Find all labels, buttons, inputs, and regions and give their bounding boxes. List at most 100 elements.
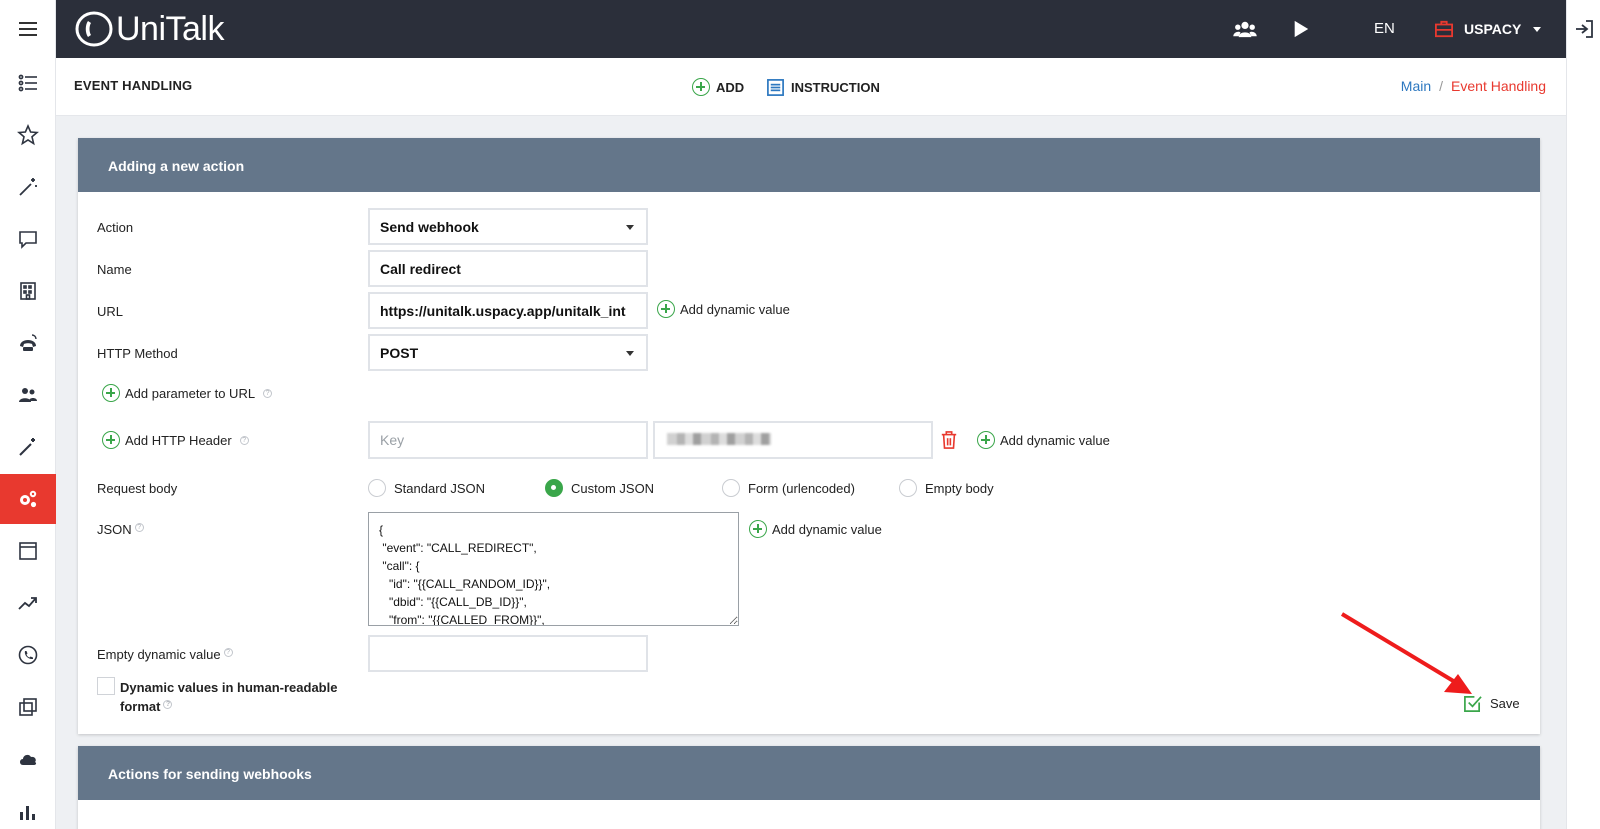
plus-circle-icon <box>102 384 120 402</box>
magic-wand-icon[interactable] <box>0 422 56 472</box>
app-name: UniTalk <box>116 9 224 48</box>
radio-circle-selected <box>545 479 563 497</box>
empty-dynamic-value-input[interactable] <box>368 635 648 672</box>
phone-circle-icon[interactable] <box>0 630 56 680</box>
request-body-label: Request body <box>97 481 178 496</box>
add-dynamic-value-label: Add dynamic value <box>1000 432 1110 448</box>
company-selector[interactable]: USPACY <box>1434 14 1542 44</box>
language-selector[interactable]: EN <box>1374 20 1395 37</box>
bar-chart-icon[interactable] <box>0 786 56 829</box>
url-add-dynamic-value-button[interactable]: Add dynamic value <box>657 300 790 318</box>
radio-label: Empty body <box>925 480 994 496</box>
document-icon <box>767 78 784 96</box>
help-icon[interactable]: ? <box>239 435 249 445</box>
json-add-dynamic-value-button[interactable]: Add dynamic value <box>749 520 882 538</box>
url-label: URL <box>97 304 124 319</box>
add-button-label: ADD <box>716 79 745 95</box>
json-label: JSON? <box>97 522 144 537</box>
phone-ring-icon[interactable] <box>0 318 56 368</box>
unitalk-logo[interactable]: UniTalk <box>74 10 224 48</box>
radio-standard-json[interactable]: Standard JSON <box>368 479 485 497</box>
plus-circle-icon <box>102 431 120 449</box>
breadcrumb-separator: / <box>1439 78 1444 94</box>
name-input[interactable]: Call redirect <box>368 250 648 287</box>
help-icon[interactable]: ? <box>223 647 233 657</box>
list-icon[interactable] <box>0 58 56 108</box>
add-dynamic-value-label: Add dynamic value <box>680 301 790 317</box>
panel-title: Actions for sending webhooks <box>78 746 1540 800</box>
header-key-placeholder: Key <box>380 432 405 448</box>
top-bar: UniTalk EN USPACY <box>56 0 1600 58</box>
page-title: EVENT HANDLING <box>74 78 193 93</box>
hamburger-menu-icon[interactable] <box>0 4 56 54</box>
plus-circle-icon <box>657 300 675 318</box>
header-add-dynamic-value-button[interactable]: Add dynamic value <box>977 431 1110 449</box>
add-parameter-label: Add parameter to URL <box>125 385 256 401</box>
users-icon[interactable] <box>1230 14 1260 44</box>
help-icon[interactable]: ? <box>134 522 144 532</box>
logo-icon <box>75 11 113 47</box>
header-key-input[interactable]: Key <box>368 421 648 459</box>
team-icon[interactable] <box>0 370 56 420</box>
breadcrumb: Main / Event Handling <box>1401 78 1546 94</box>
radio-form-urlencoded[interactable]: Form (urlencoded) <box>722 479 855 497</box>
breadcrumb-main-link[interactable]: Main <box>1401 78 1431 94</box>
logout-area <box>1566 0 1600 58</box>
trash-icon[interactable] <box>940 430 958 455</box>
add-dynamic-value-label: Add dynamic value <box>772 521 882 537</box>
instruction-button[interactable]: INSTRUCTION <box>766 76 880 98</box>
add-http-header-label: Add HTTP Header <box>125 432 232 448</box>
json-textarea[interactable]: { "event": "CALL_REDIRECT", "call": { "i… <box>368 512 739 626</box>
add-button[interactable]: ADD <box>692 76 744 98</box>
sidebar <box>0 0 56 829</box>
plus-circle-icon <box>749 520 767 538</box>
webhook-actions-panel: Actions for sending webhooks <box>78 746 1540 829</box>
human-readable-label: Dynamic values in human-readable format? <box>120 678 360 716</box>
radio-circle <box>899 479 917 497</box>
instruction-button-label: INSTRUCTION <box>791 79 880 95</box>
plus-circle-icon <box>692 78 710 96</box>
help-icon[interactable]: ? <box>163 699 173 709</box>
play-icon[interactable] <box>1286 14 1316 44</box>
building-icon[interactable] <box>0 266 56 316</box>
http-method-select[interactable]: POST <box>368 334 648 371</box>
panel-title: Adding a new action <box>78 138 1540 192</box>
gears-icon[interactable] <box>0 474 56 524</box>
human-readable-text: Dynamic values in human-readable format <box>120 680 338 714</box>
page-header: EVENT HANDLING ADD INSTRUCTION Main / Even… <box>56 58 1566 116</box>
url-input[interactable]: https://unitalk.uspacy.app/unitalk_int <box>368 292 648 329</box>
copy-icon[interactable] <box>0 682 56 732</box>
logout-icon[interactable] <box>1573 18 1595 45</box>
window-icon[interactable] <box>0 526 56 576</box>
help-icon[interactable]: ? <box>263 388 273 398</box>
trend-icon[interactable] <box>0 578 56 628</box>
breadcrumb-current: Event Handling <box>1451 78 1546 94</box>
save-button-label: Save <box>1490 696 1520 711</box>
caret-down-icon <box>626 224 634 230</box>
briefcase-icon <box>1435 20 1453 38</box>
radio-circle <box>722 479 740 497</box>
caret-down-icon <box>626 350 634 356</box>
chat-icon[interactable] <box>0 214 56 264</box>
redacted-value <box>667 433 771 445</box>
company-name: USPACY <box>1464 21 1522 37</box>
add-parameter-button[interactable]: Add parameter to URL ? <box>102 384 273 402</box>
human-readable-checkbox[interactable] <box>97 677 115 695</box>
action-select-value: Send webhook <box>380 218 479 235</box>
radio-circle <box>368 479 386 497</box>
action-select[interactable]: Send webhook <box>368 208 648 245</box>
cloud-icon[interactable] <box>0 734 56 784</box>
radio-empty-body[interactable]: Empty body <box>899 479 994 497</box>
radio-label: Standard JSON <box>394 480 486 496</box>
name-label: Name <box>97 262 132 277</box>
magic-wand-icon[interactable] <box>0 162 56 212</box>
http-method-value: POST <box>380 344 419 361</box>
empty-dynamic-value-text: Empty dynamic value <box>97 647 221 662</box>
plus-circle-icon <box>977 431 995 449</box>
header-value-input[interactable] <box>653 421 933 459</box>
radio-label: Form (urlencoded) <box>748 480 855 496</box>
radio-custom-json[interactable]: Custom JSON <box>545 479 654 497</box>
json-label-text: JSON <box>97 522 132 537</box>
add-http-header-button[interactable]: Add HTTP Header ? <box>102 431 249 449</box>
star-icon[interactable] <box>0 110 56 160</box>
